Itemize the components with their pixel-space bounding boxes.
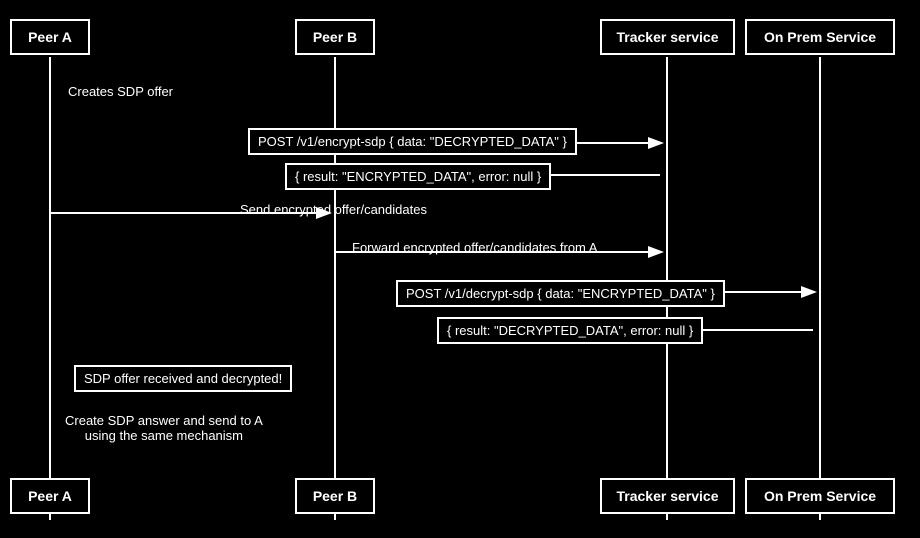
note-creates-sdp: Creates SDP offer [68, 84, 173, 99]
note-forward-encrypted: Forward encrypted offer/candidates from … [352, 240, 597, 255]
note-send-encrypted: Send encrypted offer/candidates [240, 202, 427, 217]
actor-peer-a-bottom: Peer A [10, 478, 90, 514]
actor-peer-b-bottom: Peer B [295, 478, 375, 514]
msg-result-encrypt: { result: "ENCRYPTED_DATA", error: null … [285, 163, 551, 190]
arrows-overlay [0, 0, 920, 538]
note-sdp-received: SDP offer received and decrypted! [74, 365, 292, 392]
sequence-diagram: Peer A Peer B Tracker service On Prem Se… [0, 0, 920, 538]
actor-onprem-bottom: On Prem Service [745, 478, 895, 514]
msg-post-decrypt: POST /v1/decrypt-sdp { data: "ENCRYPTED_… [396, 280, 725, 307]
actor-peer-b-top: Peer B [295, 19, 375, 55]
msg-result-decrypt: { result: "DECRYPTED_DATA", error: null … [437, 317, 703, 344]
actor-onprem-top: On Prem Service [745, 19, 895, 55]
actor-tracker-top: Tracker service [600, 19, 735, 55]
actor-peer-a-top: Peer A [10, 19, 90, 55]
actor-tracker-bottom: Tracker service [600, 478, 735, 514]
msg-post-encrypt: POST /v1/encrypt-sdp { data: "DECRYPTED_… [248, 128, 577, 155]
note-create-answer: Create SDP answer and send to A using th… [65, 413, 263, 443]
